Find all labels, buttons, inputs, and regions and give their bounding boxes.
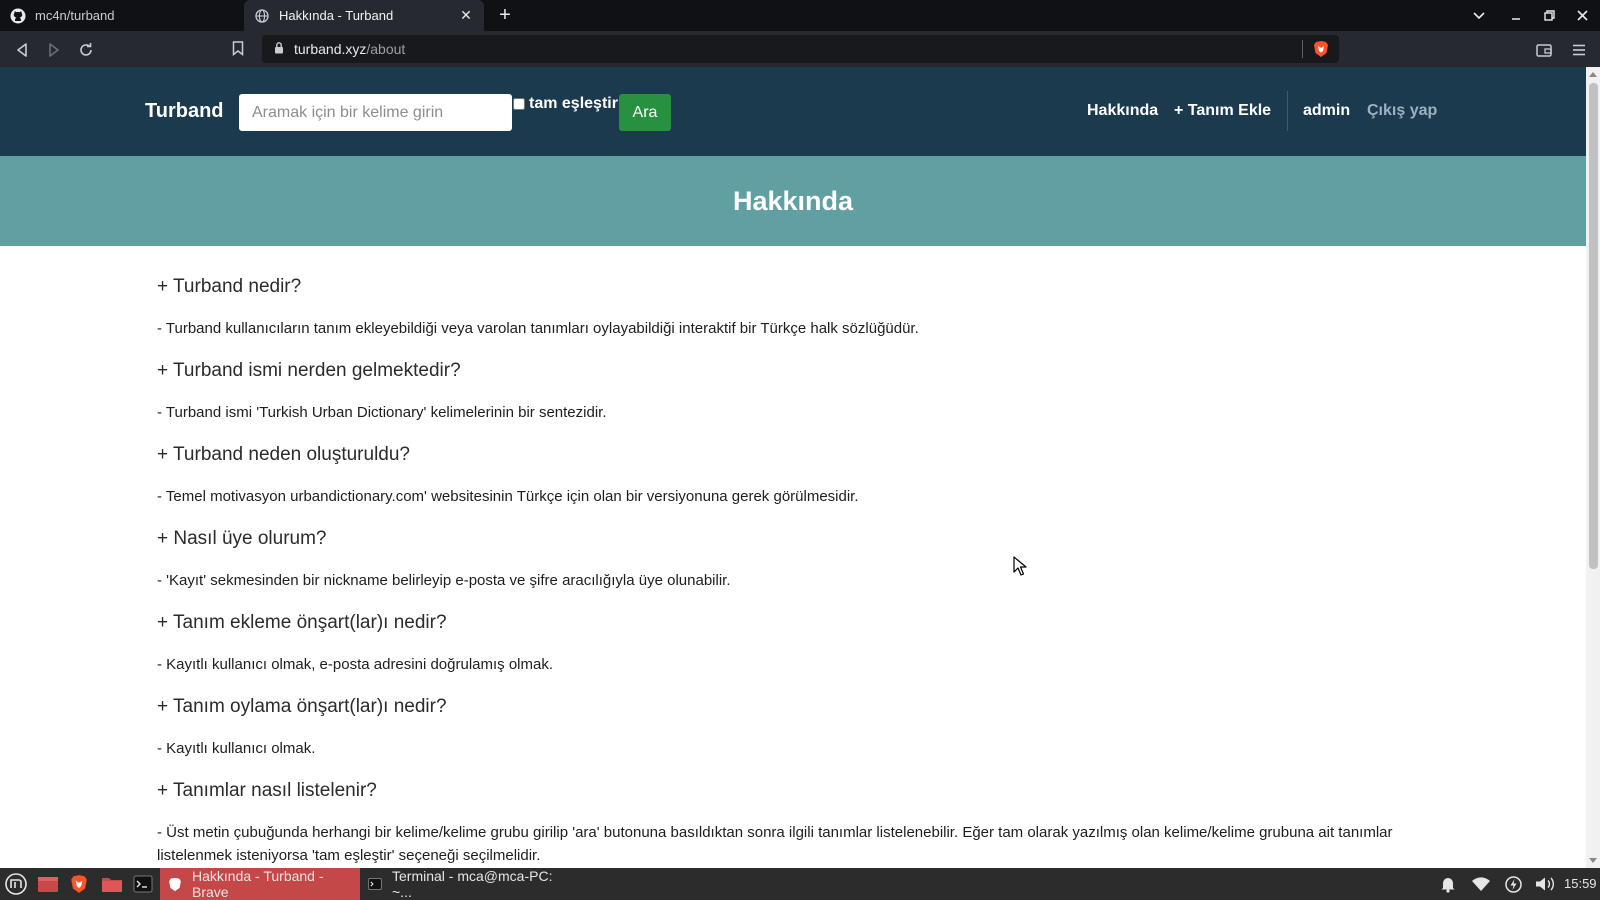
browser-tab-github[interactable]: mc4n/turband bbox=[0, 0, 244, 31]
reload-icon[interactable] bbox=[75, 39, 97, 61]
site-navbar: Turband tam eşleştir Ara Hakkında + Tanı… bbox=[0, 67, 1586, 156]
search-input[interactable] bbox=[239, 94, 512, 131]
taskbar-window-terminal[interactable]: Terminal - mca@mca-PC: ~... bbox=[360, 868, 580, 900]
os-taskbar: Hakkında - Turband - Brave Terminal - mc… bbox=[0, 868, 1600, 900]
minimize-icon[interactable] bbox=[1500, 0, 1532, 31]
lock-icon bbox=[274, 41, 284, 59]
show-desktop-icon[interactable] bbox=[37, 874, 59, 894]
address-bar[interactable]: turband.xyz/about bbox=[262, 35, 1339, 63]
terminal-launcher-icon[interactable] bbox=[133, 874, 155, 894]
wallet-icon[interactable] bbox=[1533, 39, 1555, 61]
exact-match-label: tam eşleştir bbox=[529, 95, 618, 112]
faq-answer: - 'Kayıt' sekmesinden bir nickname belir… bbox=[157, 572, 731, 589]
faq-question: + Tanımlar nasıl listelenir? bbox=[157, 780, 377, 801]
page-title: Hakkında bbox=[732, 186, 854, 216]
faq-answer: - Kayıtlı kullanıcı olmak, e-posta adres… bbox=[157, 656, 553, 673]
close-window-icon[interactable] bbox=[1566, 0, 1598, 31]
notifications-bell-icon[interactable] bbox=[1440, 876, 1456, 898]
scroll-up-icon[interactable] bbox=[1589, 72, 1597, 77]
faq-question: + Tanım oylama önşart(lar)ı nedir? bbox=[157, 696, 447, 717]
wifi-icon[interactable] bbox=[1471, 876, 1491, 897]
terminal-icon bbox=[368, 877, 382, 891]
faq-question: + Turband neden oluşturuldu? bbox=[157, 444, 411, 465]
omnibox-divider bbox=[1302, 40, 1303, 58]
faq-answer: - Temel motivasyon urbandictionary.com' … bbox=[157, 488, 859, 505]
exact-match-checkbox[interactable] bbox=[513, 98, 525, 110]
taskbar-window-title: Terminal - mca@mca-PC: ~... bbox=[392, 868, 553, 900]
github-icon bbox=[10, 8, 26, 24]
faq-content: + Turband nedir? - Turband kullanıcıları… bbox=[157, 262, 1437, 868]
nav-logout-link[interactable]: Çıkış yap bbox=[1367, 102, 1437, 120]
volume-icon[interactable] bbox=[1535, 876, 1557, 897]
faq-question: + Nasıl üye olurum? bbox=[157, 528, 327, 549]
nav-add-definition-link[interactable]: + Tanım Ekle bbox=[1174, 102, 1271, 120]
nav-divider bbox=[1287, 91, 1288, 131]
faq-answer: - Üst metin çubuğunda herhangi bir kelim… bbox=[157, 824, 1393, 864]
faq-question: + Turband nedir? bbox=[157, 276, 302, 297]
tab-label: Hakkında - Turband bbox=[279, 8, 394, 23]
mouse-cursor-icon bbox=[1013, 556, 1027, 581]
faq-answer: - Kayıtlı kullanıcı olmak. bbox=[157, 740, 316, 757]
faq-answer: - Turband ismi 'Turkish Urban Dictionary… bbox=[157, 404, 607, 421]
menu-icon[interactable] bbox=[1568, 39, 1590, 61]
brand-logo[interactable]: Turband bbox=[145, 100, 224, 123]
brave-icon bbox=[168, 877, 182, 892]
taskbar-clock[interactable]: 15:59 bbox=[1564, 868, 1597, 900]
close-tab-icon[interactable]: ✕ bbox=[458, 7, 474, 24]
back-icon[interactable] bbox=[11, 39, 33, 61]
browser-tab-strip: mc4n/turband Hakkında - Turband ✕ + bbox=[0, 0, 1600, 31]
power-icon[interactable] bbox=[1505, 876, 1522, 898]
bookmark-icon[interactable] bbox=[232, 41, 244, 61]
new-tab-button[interactable]: + bbox=[494, 5, 516, 27]
faq-question: + Tanım ekleme önşart(lar)ı nedir? bbox=[157, 612, 447, 633]
url-text: turband.xyz/about bbox=[294, 41, 405, 57]
brave-shields-icon[interactable] bbox=[1313, 40, 1329, 63]
faq-question: + Turband ismi nerden gelmektedir? bbox=[157, 360, 461, 381]
globe-icon bbox=[254, 8, 270, 24]
nav-user-link[interactable]: admin bbox=[1303, 102, 1350, 120]
files-icon[interactable] bbox=[101, 874, 123, 894]
page-scrollbar[interactable] bbox=[1586, 67, 1600, 868]
brave-launcher-icon[interactable] bbox=[69, 874, 91, 894]
faq-answer: - Turband kullanıcıların tanım ekleyebil… bbox=[157, 320, 919, 337]
taskbar-window-brave[interactable]: Hakkında - Turband - Brave bbox=[160, 868, 360, 900]
url-host: turband.xyz bbox=[294, 41, 367, 57]
browser-toolbar: turband.xyz/about bbox=[0, 31, 1600, 67]
search-button[interactable]: Ara bbox=[619, 94, 671, 131]
scroll-down-icon[interactable] bbox=[1589, 858, 1597, 863]
tab-search-chevron-icon[interactable] bbox=[1463, 0, 1495, 31]
forward-icon[interactable] bbox=[43, 39, 65, 61]
url-path: /about bbox=[366, 41, 406, 57]
nav-about-link[interactable]: Hakkında bbox=[1087, 102, 1158, 120]
taskbar-window-title: Hakkında - Turband - Brave bbox=[192, 868, 324, 900]
tab-label: mc4n/turband bbox=[35, 8, 115, 23]
browser-tab-turband[interactable]: Hakkında - Turband ✕ bbox=[244, 0, 484, 31]
restore-icon[interactable] bbox=[1533, 0, 1565, 31]
start-menu-icon[interactable] bbox=[4, 872, 28, 896]
page-hero: Hakkında bbox=[0, 156, 1586, 246]
scroll-thumb[interactable] bbox=[1589, 83, 1598, 569]
